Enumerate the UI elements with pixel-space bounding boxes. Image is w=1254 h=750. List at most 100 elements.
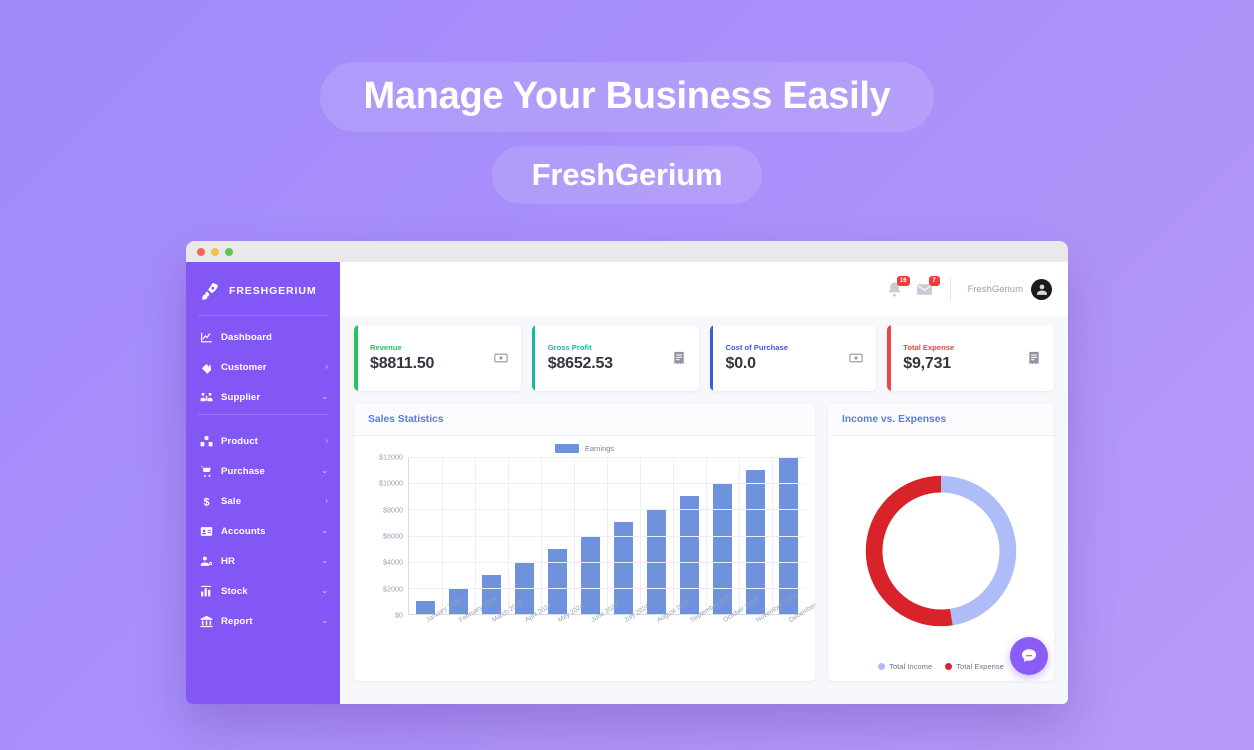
- sidebar-item-product[interactable]: Product ›: [186, 426, 340, 456]
- receipt-icon: [672, 351, 686, 365]
- top-bar: 16 7 FreshGerium: [340, 262, 1068, 316]
- stat-value: $9,731: [903, 355, 951, 372]
- hero-subtitle-wrap: FreshGerium: [0, 145, 1254, 204]
- dollar-icon: $: [200, 495, 213, 508]
- stat-card-cost-of-purchase[interactable]: Cost of Purchase $0.0: [709, 325, 877, 391]
- sidebar-item-customer[interactable]: Customer ›: [186, 352, 340, 382]
- gridline-vertical: [441, 457, 443, 614]
- legend-label: Total Income: [889, 662, 933, 671]
- legend-item-total-expense[interactable]: Total Expense: [945, 662, 1004, 671]
- sidebar-divider-mid: [198, 414, 328, 415]
- tag-icon: [200, 361, 213, 374]
- card-text: Revenue $8811.50: [370, 343, 494, 373]
- minimize-window-button[interactable]: [211, 247, 219, 256]
- banknote-icon: [494, 351, 508, 365]
- avatar[interactable]: [1031, 278, 1052, 300]
- maximize-window-button[interactable]: [225, 247, 233, 256]
- x-axis-slot: November 2024: [739, 593, 799, 659]
- sidebar-item-supplier[interactable]: Supplier ⌄: [186, 382, 340, 412]
- sidebar-divider-top: [198, 315, 328, 316]
- sidebar-item-label: Sale: [221, 495, 242, 507]
- bar[interactable]: [746, 470, 765, 614]
- legend-dot: [878, 663, 886, 670]
- messages-button[interactable]: 7: [916, 275, 940, 298]
- stat-label: Gross Profit: [547, 343, 592, 352]
- legend-dot: [945, 663, 953, 670]
- chevron-down-icon: ⌄: [321, 586, 328, 595]
- brand-subtitle: FreshGerium: [531, 156, 723, 192]
- close-window-button[interactable]: [197, 247, 205, 256]
- sidebar-item-accounts[interactable]: Accounts ⌄: [186, 516, 340, 546]
- legend-swatch: [554, 444, 579, 453]
- sidebar-item-stock[interactable]: Stock ⌄: [186, 576, 340, 606]
- legend-item-total-income[interactable]: Total Income: [878, 662, 932, 671]
- chat-button[interactable]: [1010, 637, 1048, 675]
- sidebar-item-purchase[interactable]: Purchase ⌄: [186, 456, 340, 486]
- user-menu[interactable]: FreshGerium: [967, 278, 1052, 300]
- stat-label: Cost of Purchase: [725, 343, 788, 352]
- gridline-vertical: [508, 457, 509, 614]
- x-axis-slot: January 2024: [408, 597, 463, 659]
- x-axis-labels: January 2024 February 2024 March 2024 April…: [408, 592, 815, 659]
- y-axis-tick: $10000: [379, 478, 403, 488]
- bar[interactable]: [581, 535, 600, 614]
- stat-label: Revenue: [370, 343, 402, 352]
- card-text: Total Expense $9,731: [903, 343, 1027, 373]
- message-badge: 7: [928, 275, 940, 286]
- gridline-vertical: [739, 457, 740, 614]
- x-axis-slot: December 2024: [772, 593, 815, 659]
- stat-label: Total Expense: [903, 343, 955, 352]
- panel-header: Sales Statistics: [354, 404, 815, 436]
- sidebar-item-hr[interactable]: HR ⌄: [186, 546, 340, 576]
- stat-card-revenue[interactable]: Revenue $8811.50: [354, 325, 521, 391]
- user-gear-icon: [200, 555, 213, 568]
- banknote-icon: [849, 351, 863, 365]
- x-axis-slot: May 2024: [540, 603, 585, 659]
- user-name: FreshGerium: [967, 283, 1023, 295]
- topbar-divider: [949, 277, 951, 301]
- window-titlebar: [186, 241, 1068, 262]
- sidebar-item-label: Accounts: [221, 525, 266, 537]
- chevron-down-icon: ⌄: [321, 466, 328, 475]
- notifications-button[interactable]: 16: [886, 275, 910, 298]
- y-axis-tick: $2000: [383, 584, 403, 594]
- chevron-right-icon: ›: [325, 362, 328, 371]
- gridline-vertical: [640, 457, 641, 614]
- x-axis-slot: June 2024: [573, 602, 620, 659]
- panel-header: Income vs. Expenses: [828, 404, 1054, 436]
- sidebar-item-dashboard[interactable]: Dashboard: [186, 322, 340, 352]
- bar-chart-icon: [200, 585, 213, 598]
- x-axis-slot: September 2024: [673, 592, 734, 659]
- panels-row: Sales Statistics Earnings $0 $2000 $4000 $6…: [354, 404, 1054, 681]
- y-axis-tick: $4000: [383, 557, 403, 567]
- stat-value: $8811.50: [370, 355, 435, 372]
- chevron-down-icon: ⌄: [321, 556, 328, 565]
- gridline-vertical: [540, 457, 542, 614]
- sidebar-item-report[interactable]: Report ⌄: [186, 606, 340, 636]
- gridline-vertical: [706, 457, 707, 614]
- legend-label: Earnings: [584, 444, 615, 453]
- x-axis-slot: February 2024: [441, 595, 498, 659]
- stat-card-total-expense[interactable]: Total Expense $9,731: [887, 325, 1054, 391]
- gridline-vertical: [474, 457, 476, 614]
- chevron-right-icon: ›: [325, 436, 328, 445]
- sidebar-item-sale[interactable]: $ Sale ›: [186, 486, 340, 516]
- y-axis-tick: $8000: [383, 505, 403, 515]
- x-axis-slot: April 2024: [507, 602, 553, 659]
- legend-label: Total Expense: [956, 662, 1004, 671]
- y-axis-tick: $0: [395, 610, 403, 620]
- hero-section: Manage Your Business Easily FreshGerium: [0, 0, 1254, 204]
- card-accent-bar: [709, 325, 713, 391]
- svg-text:$: $: [203, 496, 209, 508]
- stat-card-gross-profit[interactable]: Gross Profit $8652.53: [531, 325, 699, 391]
- chevron-down-icon: ⌄: [321, 392, 328, 401]
- panel-body: Earnings $0 $2000 $4000 $6000 $8000 $10000 $12…: [354, 436, 815, 681]
- dashboard-content: Revenue $8811.50 Gross Profit $8652.53 C…: [340, 316, 1068, 704]
- stat-value: $8652.53: [547, 355, 613, 372]
- bar-chart-legend: Earnings: [364, 444, 805, 453]
- brand[interactable]: FRESHGERIUM: [186, 270, 340, 312]
- brand-name: FRESHGERIUM: [229, 285, 317, 297]
- hero-subtitle-pill: FreshGerium: [491, 145, 763, 204]
- bar[interactable]: [680, 496, 699, 614]
